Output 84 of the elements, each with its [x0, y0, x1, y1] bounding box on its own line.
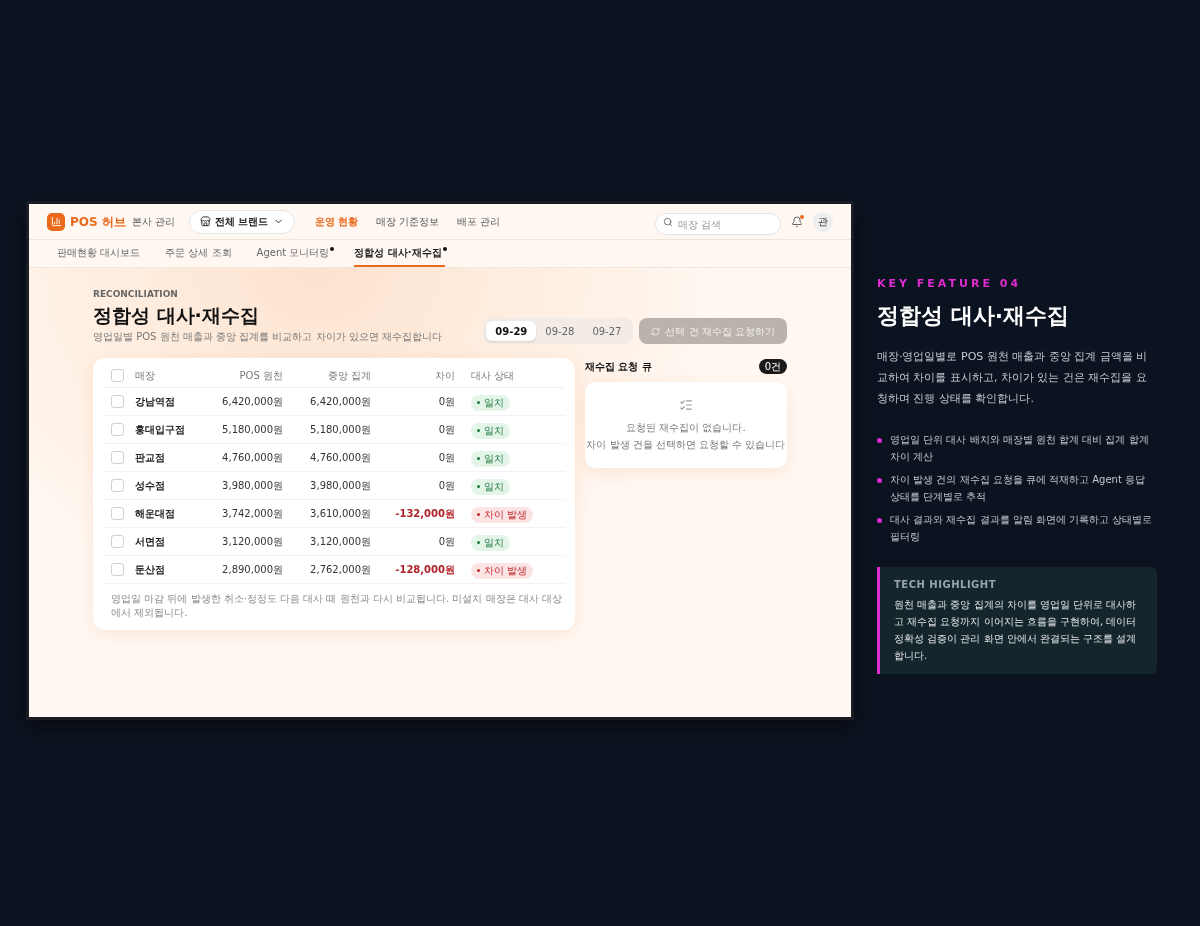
column-header: POS 원천 [238, 369, 283, 384]
table-cell-text: 5,180,000원 [309, 423, 371, 438]
feature-eyebrow: KEY FEATURE 04 [877, 276, 1023, 292]
table-cell-text: 2,890,000원 [221, 563, 283, 578]
nav-tab[interactable]: 배포 관리 [457, 214, 501, 229]
queue-title: 재수집 요청 큐 [584, 359, 652, 374]
status-badge: 일치 [471, 478, 510, 495]
checkbox[interactable] [111, 479, 124, 493]
column-header: 대사 상태 [470, 369, 515, 384]
table-cell-text: 4,760,000원 [309, 451, 371, 466]
table-cell-text: 0원 [437, 395, 455, 410]
status-badge: 차이 발생 [471, 562, 534, 579]
table-cell-text: 3,980,000원 [221, 479, 283, 494]
checkbox[interactable] [111, 563, 124, 577]
store-name: 홍대입구점 [135, 423, 186, 438]
bell-icon[interactable] [791, 215, 803, 228]
checklist-icon [678, 398, 693, 413]
store-icon [200, 216, 211, 227]
store-name: 둔산점 [135, 563, 166, 578]
table-cell-text: 6,420,000원 [221, 395, 283, 410]
table-cell-text: 3,120,000원 [309, 535, 371, 550]
store-name: 성수점 [135, 479, 166, 494]
column-header: 중앙 집계 [326, 369, 371, 384]
sub-tab[interactable]: 주문 상세 조회 [165, 240, 235, 267]
store-name: 서면점 [135, 535, 166, 550]
feature-bullet: 차이 발생 건의 재수집 요청을 큐에 적재하고 Agent 응답 상태를 단계별로 추적 [890, 472, 1147, 504]
feature-title: 정합성 대사·재수집 [877, 301, 1071, 330]
table-cell-text: 0원 [437, 535, 455, 550]
table-cell-text: -132,000원 [394, 507, 455, 522]
page-eyebrow: RECONCILIATION [93, 288, 179, 301]
checkbox[interactable] [111, 507, 124, 521]
table-cell-text: 2,762,000원 [309, 563, 371, 578]
status-badge: 일치 [471, 394, 510, 411]
column-header: 차이 [434, 369, 455, 384]
avatar[interactable]: 관 [813, 211, 833, 232]
brand-select[interactable]: 전체 브랜드 [189, 209, 295, 234]
table-cell-text: 0원 [437, 451, 455, 466]
queue-count: 0건 [758, 358, 787, 374]
status-badge: 일치 [471, 534, 510, 551]
empty-message: 차이 발생 건을 선택하면 요청할 수 있습니다 [586, 438, 786, 453]
search-icon [663, 216, 673, 227]
status-badge: 일치 [471, 422, 510, 439]
table-cell-text: 0원 [437, 423, 455, 438]
refresh-icon [651, 326, 661, 336]
status-badge: 일치 [471, 450, 510, 467]
table-cell-text: 0원 [437, 479, 455, 494]
logo-icon [47, 212, 65, 231]
app-logo: POS 허브 [70, 213, 126, 231]
checkbox[interactable] [111, 369, 124, 383]
store-name: 해운대점 [135, 507, 176, 522]
sub-tab[interactable]: Agent 모니터링 [256, 240, 333, 267]
checkbox[interactable] [111, 423, 124, 437]
nav-tab[interactable]: 매장 기준정보 [376, 214, 440, 229]
date-tab[interactable]: 09-28 [536, 321, 584, 342]
page-title: 정합성 대사·재수집 [93, 303, 260, 328]
search-field[interactable]: 매장 검색 [655, 213, 781, 235]
table-footnote: 영업일 마감 뒤에 발생한 취소·정정도 다음 대사 때 원천과 다시 비교됩니다. 미설치 매장은 대사 대상에서 제외됩니다. [110, 592, 563, 621]
store-name: 강남역점 [135, 395, 176, 410]
highlight-text: 원천 매출과 중앙 집계의 차이를 영업일 단위로 대사하고 재수집 요청까지 이어지는 흐름을 구현하여, 데이터 정확성 검증이 관리 화면 안에서 완결되는 구조를 설계합니다. [894, 597, 1138, 663]
store-name: 판교점 [135, 451, 166, 466]
table-cell-text: 3,742,000원 [221, 507, 283, 522]
checkbox[interactable] [111, 535, 124, 549]
status-badge: 차이 발생 [471, 506, 534, 523]
feature-bullet: 영업일 단위 대사 배치와 매장별 원천 합계 대비 집계 합계 차이 계산 [890, 432, 1150, 464]
app-subtitle: 본사 관리 [131, 215, 175, 229]
table-cell-text: 6,420,000원 [309, 395, 371, 410]
nav-tab[interactable]: 운영 현황 [314, 214, 358, 229]
table-cell-text: 5,180,000원 [221, 423, 283, 438]
sub-tab[interactable]: 판매현황 대시보드 [57, 240, 144, 267]
table-cell-text: 3,610,000원 [309, 507, 371, 522]
date-tab[interactable]: 09-29 [486, 321, 537, 342]
page-description: 영업일별 POS 원천 매출과 중앙 집계를 비교하고 차이가 있으면 재수집합니다 [93, 330, 442, 345]
table-cell-text: -128,000원 [394, 563, 455, 578]
feature-bullet: 대사 결과와 재수집 결과를 알림 화면에 기록하고 상태별로 필터링 [890, 512, 1154, 544]
table-cell-text: 3,980,000원 [309, 479, 371, 494]
table-cell-text: 4,760,000원 [221, 451, 283, 466]
checkbox[interactable] [111, 395, 124, 409]
column-header: 매장 [135, 369, 156, 384]
highlight-title: TECH HIGHLIGHT [894, 577, 997, 592]
feature-description: 매장·영업일별로 POS 원천 매출과 중앙 집계 금액을 비교하여 차이를 표시하고, 차이가 있는 건은 재수집을 요청하며 진행 상태를 확인합니다. [877, 348, 1149, 407]
table-cell-text: 3,120,000원 [221, 535, 283, 550]
empty-message: 요청된 재수집이 없습니다. [626, 421, 746, 436]
checkbox[interactable] [111, 451, 124, 465]
date-tab[interactable]: 09-27 [583, 321, 631, 342]
